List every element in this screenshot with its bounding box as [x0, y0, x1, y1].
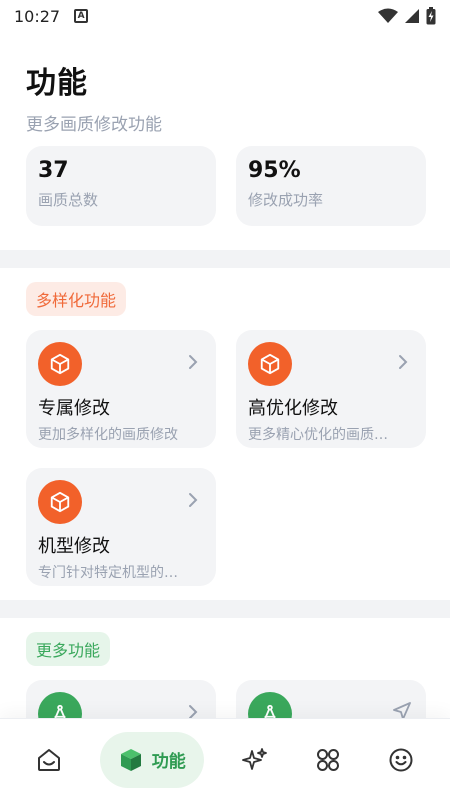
- chevron-right-icon: [189, 355, 198, 369]
- status-left: 10:27 A: [14, 6, 89, 26]
- chevron-right-icon: [189, 493, 198, 507]
- page-header: 功能 更多画质修改功能: [26, 58, 162, 135]
- notification-icon: A: [74, 9, 89, 23]
- nav-sparkle[interactable]: [233, 732, 277, 788]
- stat-value: 95%: [248, 158, 301, 183]
- section-tag-more: 更多功能: [26, 632, 111, 666]
- stat-card-total: 37 画质总数: [26, 146, 216, 226]
- wifi-icon: [378, 8, 398, 23]
- card-desc: 更多精心优化的画质…: [248, 427, 388, 443]
- card-title: 专属修改: [38, 398, 110, 419]
- section-divider: [0, 600, 450, 618]
- status-right: [378, 7, 436, 25]
- card-desc: 专门针对特定机型的…: [38, 565, 178, 581]
- card-title: 机型修改: [38, 536, 110, 557]
- nav-home[interactable]: [27, 732, 71, 788]
- status-time: 10:27: [14, 6, 61, 26]
- stat-card-success-rate: 95% 修改成功率: [236, 146, 426, 226]
- section-divider: [0, 250, 450, 268]
- box-icon: [120, 748, 141, 771]
- signal-icon: [405, 9, 419, 23]
- battery-icon: [426, 7, 436, 25]
- card-desc: 更加多样化的画质修改: [38, 427, 178, 443]
- nav-profile[interactable]: [379, 732, 423, 788]
- card-title: 高优化修改: [248, 398, 338, 419]
- page-subtitle: 更多画质修改功能: [26, 115, 162, 135]
- smiley-icon: [389, 748, 413, 771]
- nav-features[interactable]: 功能: [99, 731, 204, 788]
- feature-card-device-model[interactable]: 机型修改 专门针对特定机型的…: [26, 468, 216, 586]
- stat-label: 修改成功率: [248, 191, 324, 209]
- page-title: 功能: [26, 66, 88, 101]
- cube-icon: [248, 342, 292, 386]
- stats-row: 37 画质总数 95% 修改成功率: [26, 146, 426, 226]
- feature-card-high-optimization[interactable]: 高优化修改 更多精心优化的画质…: [236, 330, 426, 448]
- cube-icon: [38, 480, 82, 524]
- bottom-nav: 功能: [0, 718, 450, 800]
- nav-apps[interactable]: [306, 732, 350, 788]
- chevron-right-icon: [399, 355, 408, 369]
- sparkle-icon: [242, 747, 267, 770]
- home-icon: [37, 748, 60, 771]
- stat-value: 37: [38, 158, 69, 183]
- nav-features-label: 功能: [151, 752, 186, 772]
- feature-card-exclusive[interactable]: 专属修改 更加多样化的画质修改: [26, 330, 216, 448]
- section-tag-diverse: 多样化功能: [26, 282, 127, 316]
- status-bar: 10:27 A: [0, 0, 450, 32]
- cube-icon: [38, 342, 82, 386]
- grid-icon: [317, 748, 340, 771]
- stat-label: 画质总数: [38, 191, 99, 209]
